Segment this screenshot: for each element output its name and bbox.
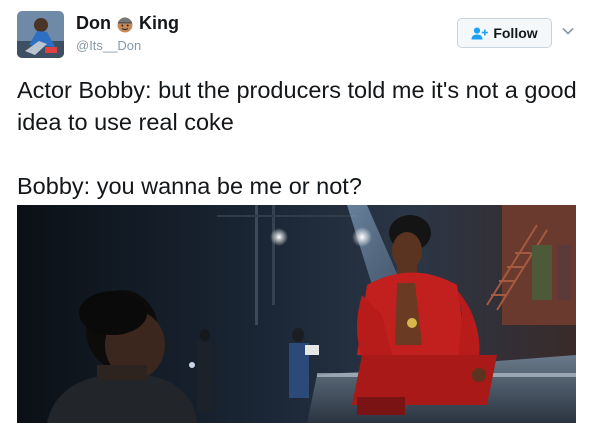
chevron-down-icon[interactable]: [561, 24, 575, 38]
avatar-image: [17, 11, 64, 58]
add-user-icon: [471, 27, 489, 39]
tweet-line-2: Bobby: you wanna be me or not?: [17, 173, 362, 199]
face-emoji-icon: [117, 17, 133, 32]
user-name-first: Don: [76, 13, 111, 33]
follow-button[interactable]: Follow: [457, 18, 552, 48]
tweet-text: Actor Bobby: but the producers told me i…: [17, 74, 577, 202]
avatar[interactable]: [17, 11, 64, 58]
user-name-second: King: [139, 13, 179, 33]
user-handle[interactable]: @Its__Don: [76, 38, 141, 53]
tweet-line-1: Actor Bobby: but the producers told me i…: [17, 77, 577, 135]
tweet-photo-image: [17, 205, 576, 423]
tweet-photo[interactable]: [17, 205, 576, 423]
follow-button-label: Follow: [493, 25, 538, 41]
user-name[interactable]: Don King: [76, 13, 179, 34]
